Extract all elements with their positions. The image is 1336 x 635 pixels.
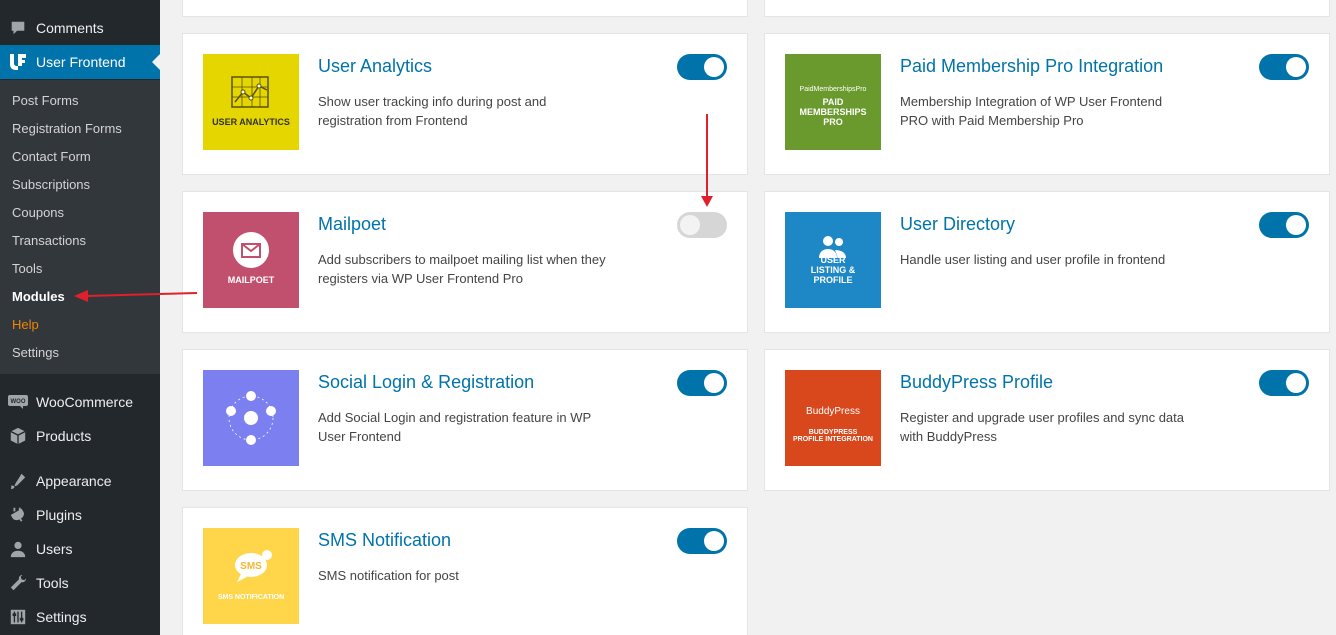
module-card-user-directory: USER LISTING & PROFILE User Directory Ha… (764, 191, 1330, 333)
submenu-post-forms[interactable]: Post Forms (12, 93, 78, 108)
menu-products[interactable]: Products (0, 419, 160, 453)
submenu-modules[interactable]: Modules (12, 289, 65, 304)
user-analytics-thumbnail: USER ANALYTICS (203, 54, 299, 150)
thumbnail-caption: BUDDYPRESS PROFILE INTEGRATION (793, 428, 873, 444)
buddypress-thumbnail: BuddyPress BUDDYPRESS PROFILE INTEGRATIO… (785, 370, 881, 466)
menu-label: Comments (36, 20, 104, 36)
module-toggle[interactable] (677, 54, 727, 80)
users-icon (0, 540, 36, 558)
active-indicator (152, 54, 160, 70)
thumbnail-caption: USER LISTING & PROFILE (810, 255, 856, 286)
menu-comments[interactable]: Comments (0, 11, 160, 45)
menu-label: Tools (36, 575, 69, 591)
products-icon (0, 427, 36, 445)
menu-settings[interactable]: Settings (0, 600, 160, 634)
comments-icon (0, 19, 36, 37)
user-frontend-submenu: Post Forms Registration Forms Contact Fo… (0, 80, 160, 374)
submenu-transactions[interactable]: Transactions (12, 233, 86, 248)
toggle-knob (704, 373, 724, 393)
thumbnail-caption: MAILPOET (227, 275, 275, 286)
menu-tools[interactable]: Tools (0, 566, 160, 600)
submenu-subscriptions[interactable]: Subscriptions (12, 177, 90, 192)
sms-notification-thumbnail: SMS SMS NOTIFICATION (203, 528, 299, 624)
module-toggle[interactable] (1259, 370, 1309, 396)
toggle-knob (1286, 57, 1306, 77)
plugins-icon (0, 506, 36, 524)
menu-woocommerce[interactable]: WOO WooCommerce (0, 385, 160, 419)
submenu-tools[interactable]: Tools (12, 261, 42, 276)
module-title[interactable]: User Directory (900, 214, 1015, 235)
module-title[interactable]: Social Login & Registration (318, 372, 534, 393)
module-card-mailpoet: MAILPOET Mailpoet Add subscribers to mai… (182, 191, 748, 333)
toggle-knob (680, 215, 700, 235)
paid-membership-pro-thumbnail: PaidMembershipsPro PAID MEMBERSHIPS PRO (785, 54, 881, 150)
social-login-thumbnail (203, 370, 299, 466)
mailpoet-envelope-icon (233, 232, 269, 268)
toggle-knob (704, 57, 724, 77)
menu-user-frontend[interactable]: User Frontend (0, 45, 160, 79)
module-toggle[interactable] (1259, 54, 1309, 80)
social-network-icon (226, 391, 276, 445)
tools-icon (0, 574, 36, 592)
module-card-social-login: Social Login & Registration Add Social L… (182, 349, 748, 491)
module-title[interactable]: Mailpoet (318, 214, 386, 235)
thumbnail-caption: SMS NOTIFICATION (217, 594, 285, 602)
menu-users[interactable]: Users (0, 532, 160, 566)
module-description: Membership Integration of WP User Fronte… (900, 94, 1163, 128)
toggle-knob (1286, 215, 1306, 235)
module-description: Register and upgrade user profiles and s… (900, 410, 1185, 444)
sms-bubble-icon: SMS (235, 550, 272, 582)
module-card-user-analytics: USER ANALYTICS User Analytics Show user … (182, 33, 748, 175)
menu-label: User Frontend (36, 54, 126, 70)
analytics-chart-icon (231, 76, 269, 108)
toggle-knob (1286, 373, 1306, 393)
module-card-paid-membership-pro: PaidMembershipsPro PAID MEMBERSHIPS PRO … (764, 33, 1330, 175)
submenu-registration-forms[interactable]: Registration Forms (12, 121, 122, 136)
menu-label: Plugins (36, 507, 82, 523)
module-card-partial (182, 0, 748, 17)
module-description: Show user tracking info during post and … (318, 94, 547, 128)
menu-label: Appearance (36, 473, 112, 489)
svg-text:WOO: WOO (11, 399, 26, 405)
submenu-settings[interactable]: Settings (12, 345, 59, 360)
menu-plugins[interactable]: Plugins (0, 498, 160, 532)
module-title[interactable]: SMS Notification (318, 530, 451, 551)
user-directory-thumbnail: USER LISTING & PROFILE (785, 212, 881, 308)
module-toggle[interactable] (677, 528, 727, 554)
mailpoet-thumbnail: MAILPOET (203, 212, 299, 308)
user-frontend-icon (0, 52, 36, 72)
svg-text:SMS: SMS (240, 561, 262, 572)
module-card-partial (764, 0, 1330, 17)
module-title[interactable]: Paid Membership Pro Integration (900, 56, 1163, 77)
users-group-icon (819, 236, 846, 258)
menu-label: Users (36, 541, 73, 557)
appearance-icon (0, 472, 36, 490)
submenu-help[interactable]: Help (12, 317, 39, 332)
menu-label: WooCommerce (36, 394, 133, 410)
admin-sidebar: Comments User Frontend Post Forms Regist… (0, 0, 160, 635)
thumbnail-caption: USER ANALYTICS (212, 117, 290, 128)
menu-label: Products (36, 428, 92, 444)
module-toggle[interactable] (1259, 212, 1309, 238)
submenu-contact-form[interactable]: Contact Form (12, 149, 91, 164)
thumbnail-caption: PAID MEMBERSHIPS PRO (799, 97, 867, 128)
toggle-knob (704, 531, 724, 551)
woocommerce-icon: WOO (0, 395, 36, 409)
module-title[interactable]: User Analytics (318, 56, 432, 77)
module-description: Add Social Login and registration featur… (318, 410, 591, 444)
module-description: Add subscribers to mailpoet mailing list… (318, 252, 606, 286)
pmpro-logo-text: PaidMembershipsPro (799, 86, 867, 93)
module-card-buddypress: BuddyPress BUDDYPRESS PROFILE INTEGRATIO… (764, 349, 1330, 491)
settings-icon (0, 608, 36, 626)
module-description: SMS notification for post (318, 568, 459, 583)
menu-appearance[interactable]: Appearance (0, 464, 160, 498)
module-toggle[interactable] (677, 212, 727, 238)
module-card-sms-notification: SMS SMS NOTIFICATION SMS Notification SM… (182, 507, 748, 635)
submenu-coupons[interactable]: Coupons (12, 205, 64, 220)
module-description: Handle user listing and user profile in … (900, 252, 1166, 267)
module-toggle[interactable] (677, 370, 727, 396)
module-title[interactable]: BuddyPress Profile (900, 372, 1053, 393)
menu-label: Settings (36, 609, 87, 625)
buddypress-logo-text: BuddyPress (806, 406, 860, 417)
